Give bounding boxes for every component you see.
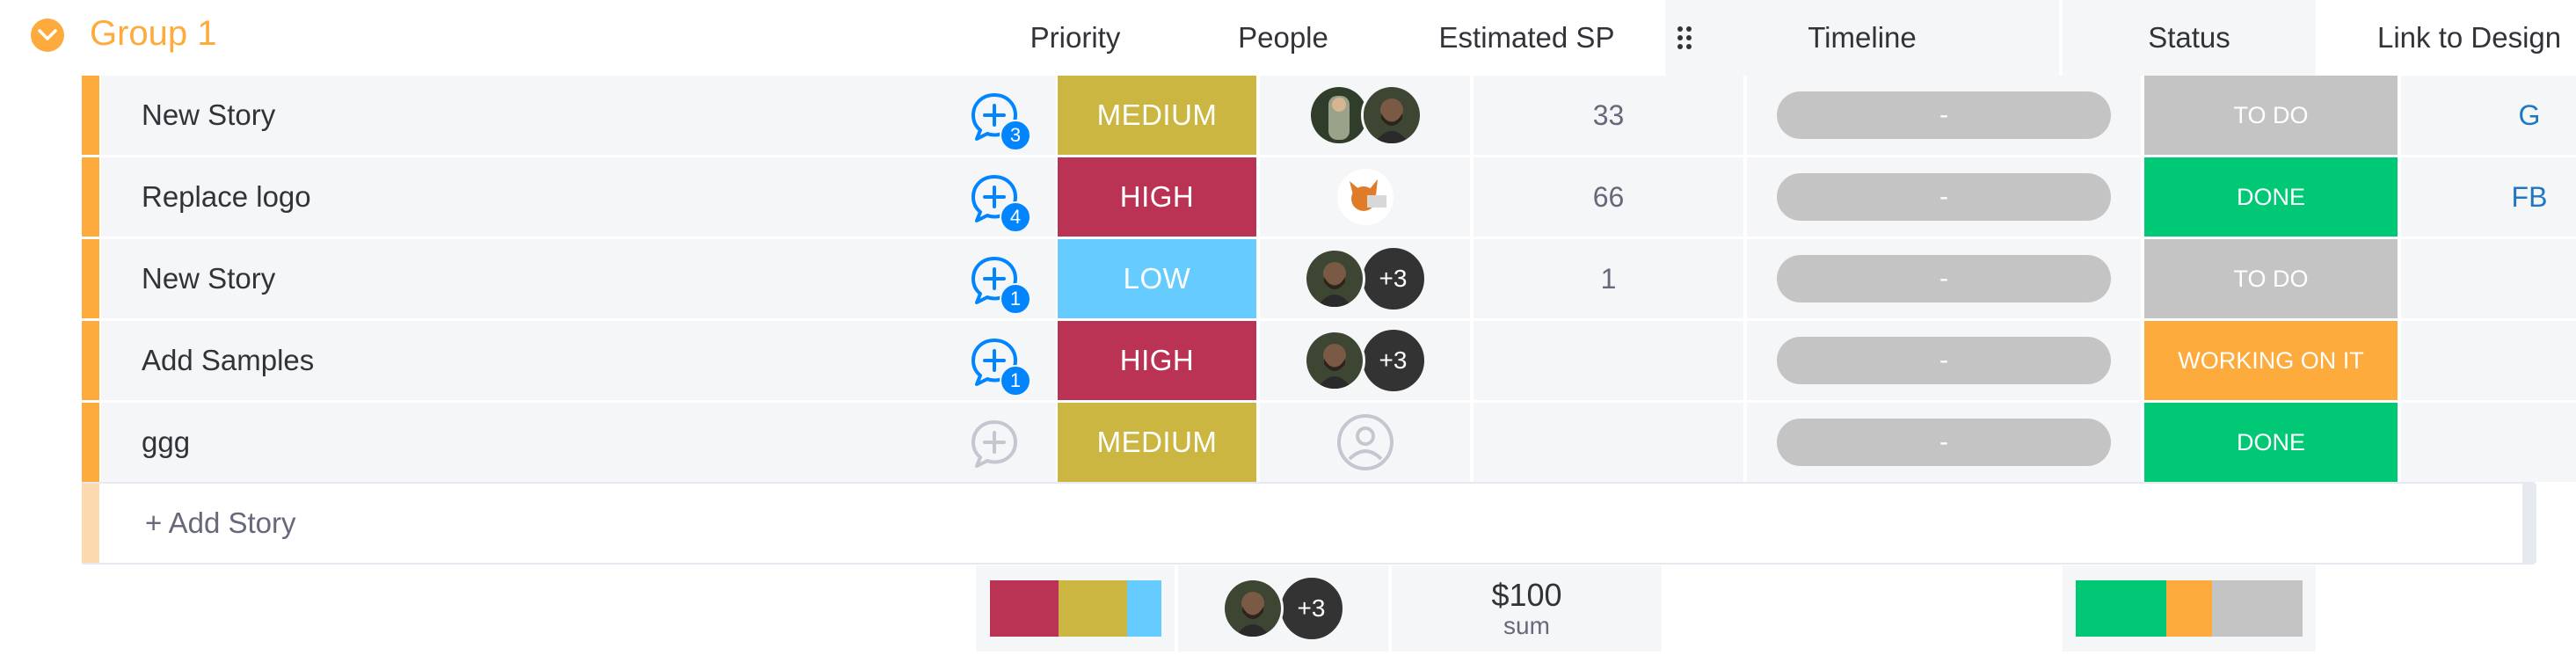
priority-cell[interactable]: HIGH	[1058, 321, 1256, 400]
priority-cell[interactable]: LOW	[1058, 239, 1256, 318]
people-summary[interactable]: +3	[1178, 565, 1388, 652]
update-count-badge: 3	[1000, 120, 1031, 151]
row-edge	[2522, 484, 2536, 563]
estimated-sp-cell[interactable]: 33	[1474, 76, 1743, 155]
timeline-pill[interactable]: -	[1777, 337, 2111, 384]
group-color-bar	[82, 321, 99, 400]
timeline-pill[interactable]: -	[1777, 255, 2111, 302]
update-count-badge: 1	[1000, 283, 1031, 315]
status-cell[interactable]: TO DO	[2144, 239, 2398, 318]
column-header-people[interactable]: People	[1178, 0, 1388, 76]
people-cell[interactable]	[1260, 76, 1470, 155]
timeline-pill[interactable]: -	[1777, 91, 2111, 139]
group-collapse-toggle[interactable]	[31, 18, 64, 52]
avatar	[1221, 578, 1284, 639]
avatar	[1303, 330, 1365, 391]
item-name[interactable]: Add Samples	[142, 344, 314, 377]
item-name[interactable]: ggg	[142, 426, 190, 459]
avatar	[1334, 166, 1396, 228]
people-cell[interactable]	[1260, 403, 1470, 482]
more-people-badge[interactable]: +3	[1277, 575, 1345, 642]
chevron-down-icon	[38, 29, 57, 40]
estimated-sp-cell[interactable]: 1	[1474, 239, 1743, 318]
empty-person-icon[interactable]	[1336, 413, 1394, 471]
add-update-icon[interactable]	[968, 417, 1021, 470]
timeline-pill[interactable]: -	[1777, 419, 2111, 466]
people-cell[interactable]: +3	[1260, 239, 1470, 318]
column-header-timeline-label: Timeline	[1808, 21, 1917, 54]
avatar	[1303, 248, 1365, 310]
more-people-badge[interactable]: +3	[1359, 327, 1427, 394]
update-count-badge: 1	[1000, 365, 1031, 397]
group-color-bar	[82, 157, 99, 237]
design-link[interactable]: FB	[2512, 181, 2548, 214]
group-color-bar	[82, 76, 99, 155]
timeline-cell[interactable]: -	[1747, 76, 2141, 155]
estimated-sp-cell[interactable]: 66	[1474, 157, 1743, 237]
update-count-badge: 4	[1000, 201, 1031, 233]
item-name[interactable]: New Story	[142, 262, 275, 295]
priority-cell[interactable]: MEDIUM	[1058, 403, 1256, 482]
status-cell[interactable]: TO DO	[2144, 76, 2398, 155]
column-header-status[interactable]: Status	[2063, 0, 2316, 76]
distribution-segment	[1058, 580, 1127, 637]
link-to-design-cell[interactable]: FB	[2401, 157, 2576, 237]
timeline-cell[interactable]: -	[1747, 157, 2141, 237]
link-to-design-cell[interactable]	[2401, 321, 2576, 400]
item-name-cell[interactable]: ggg	[101, 403, 1056, 482]
distribution-segment	[2076, 580, 2166, 637]
timeline-cell[interactable]: -	[1747, 321, 2141, 400]
priority-summary[interactable]	[976, 565, 1175, 652]
item-name-cell[interactable]: New Story 3	[101, 76, 1056, 155]
status-distribution-bar	[2076, 580, 2303, 637]
column-header-timeline[interactable]: Timeline	[1665, 0, 2059, 76]
timeline-cell[interactable]: -	[1747, 403, 2141, 482]
timeline-cell[interactable]: -	[1747, 239, 2141, 318]
item-name-cell[interactable]: Add Samples 1	[101, 321, 1056, 400]
add-story-row: + Add Story	[82, 482, 2536, 565]
link-to-design-cell[interactable]	[2401, 403, 2576, 482]
sp-sum-label: sum	[1503, 612, 1550, 639]
more-people-badge[interactable]: +3	[1359, 245, 1427, 312]
sp-sum-value: $100	[1491, 577, 1562, 613]
priority-cell[interactable]: MEDIUM	[1058, 76, 1256, 155]
item-name-cell[interactable]: New Story 1	[101, 239, 1056, 318]
people-cell[interactable]	[1260, 157, 1470, 237]
link-to-design-cell[interactable]: G	[2401, 76, 2576, 155]
estimated-sp-cell[interactable]	[1474, 321, 1743, 400]
group-color-bar	[82, 239, 99, 318]
item-name[interactable]: Replace logo	[142, 180, 311, 214]
column-header-link-to-design[interactable]: Link to Design	[2319, 0, 2576, 76]
estimated-sp-cell[interactable]	[1474, 403, 1743, 482]
link-to-design-cell[interactable]	[2401, 239, 2576, 318]
add-story-input[interactable]: + Add Story	[145, 484, 296, 563]
timeline-pill[interactable]: -	[1777, 173, 2111, 221]
status-cell[interactable]: WORKING ON IT	[2144, 321, 2398, 400]
distribution-segment	[2212, 580, 2303, 637]
avatar	[1360, 84, 1423, 146]
group-title[interactable]: Group 1	[90, 11, 217, 56]
group-color-bar	[82, 484, 99, 563]
design-link[interactable]: G	[2519, 99, 2541, 132]
status-cell[interactable]: DONE	[2144, 157, 2398, 237]
drag-handle-icon[interactable]	[1677, 26, 1695, 49]
priority-cell[interactable]: HIGH	[1058, 157, 1256, 237]
item-name-cell[interactable]: Replace logo 4	[101, 157, 1056, 237]
item-name[interactable]: New Story	[142, 98, 275, 132]
people-cell[interactable]: +3	[1260, 321, 1470, 400]
estimated-sp-summary[interactable]: $100 sum	[1392, 565, 1662, 652]
distribution-segment	[2166, 580, 2212, 637]
group-color-bar	[82, 403, 99, 482]
priority-distribution-bar	[989, 580, 1161, 637]
status-cell[interactable]: DONE	[2144, 403, 2398, 482]
distribution-segment	[1126, 580, 1161, 637]
column-header-priority[interactable]: Priority	[976, 0, 1175, 76]
column-header-estimated-sp[interactable]: Estimated SP	[1392, 0, 1662, 76]
distribution-segment	[989, 580, 1059, 637]
status-summary[interactable]	[2063, 565, 2316, 652]
